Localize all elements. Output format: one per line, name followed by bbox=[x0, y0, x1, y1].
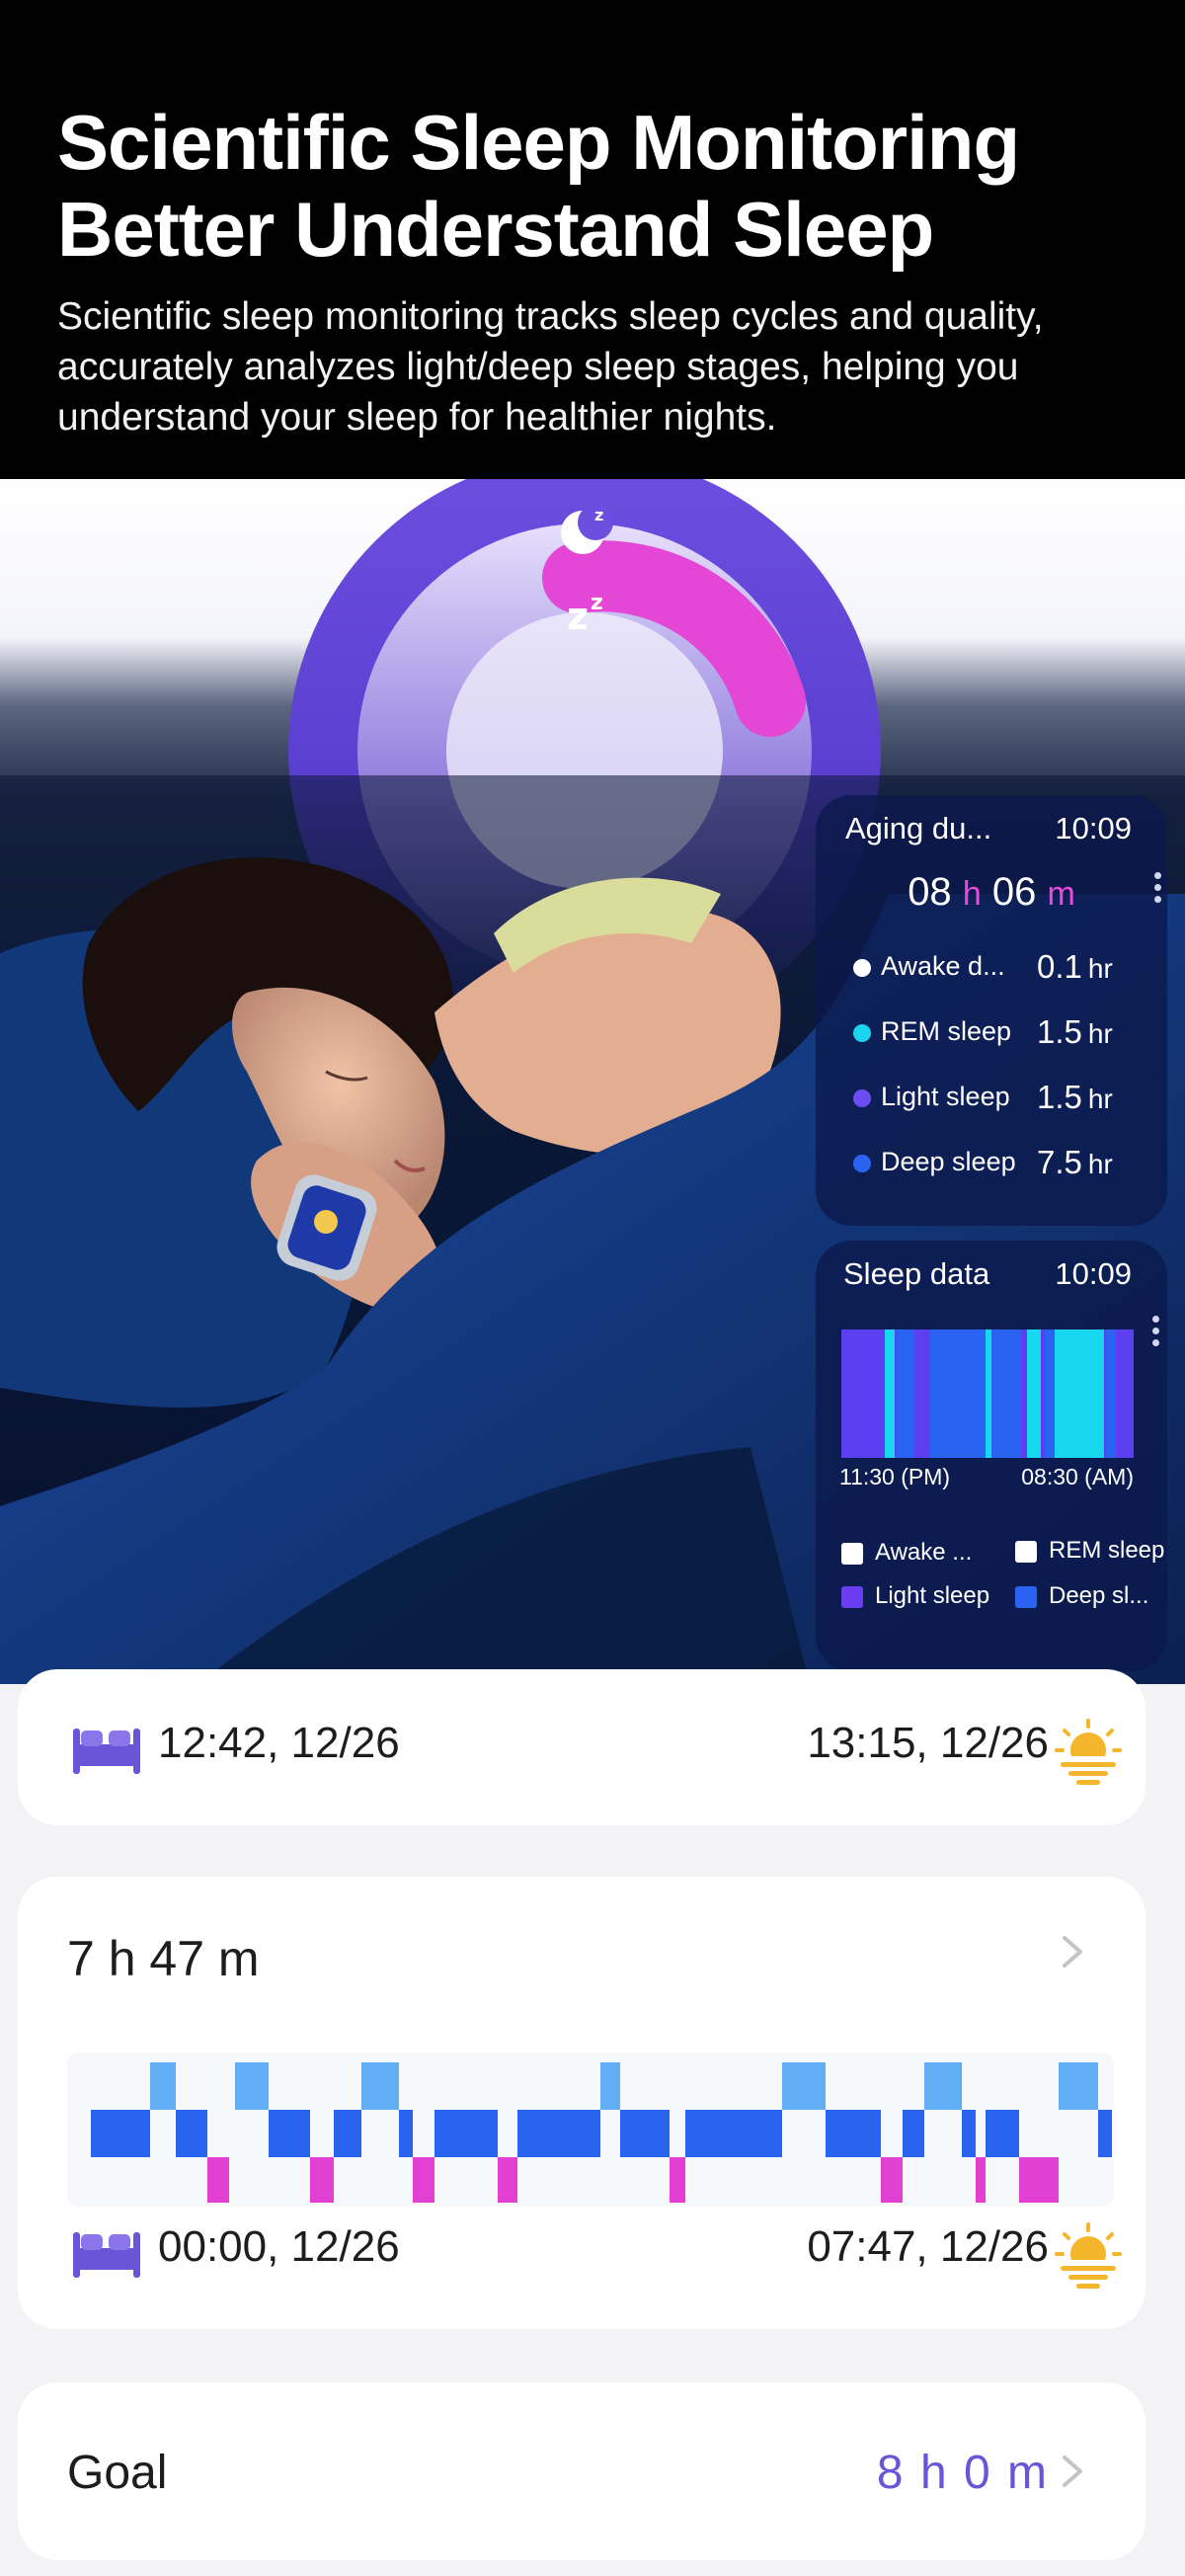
stat-rem-value: 1.5 hr bbox=[1037, 1013, 1113, 1050]
sleep-stage-chart bbox=[67, 2053, 1114, 2207]
zz-icon: z bbox=[567, 595, 589, 638]
legend-rem: REM sleep bbox=[1015, 1537, 1164, 1565]
bed-time: 12:42, 12/26 bbox=[158, 1719, 400, 1767]
subtitle-line: understand your sleep for healthier nigh… bbox=[57, 396, 777, 439]
awake-dot-icon bbox=[853, 958, 871, 977]
widget-time: 10:09 bbox=[1055, 811, 1132, 845]
bed-icon bbox=[73, 2228, 140, 2278]
stat-light: Light sleep bbox=[853, 1082, 1010, 1112]
legend-swatch bbox=[1015, 1540, 1037, 1563]
subtitle-line: accurately analyzes light/deep sleep sta… bbox=[57, 346, 1019, 388]
strip-end-label: 08:30 (AM) bbox=[1021, 1464, 1134, 1489]
chevron-right-icon[interactable] bbox=[1055, 1934, 1090, 1970]
goal-label: Goal bbox=[67, 2447, 168, 2499]
bed-icon bbox=[73, 1725, 140, 1774]
strip-start-label: 11:30 (PM) bbox=[839, 1464, 951, 1489]
deep-dot-icon bbox=[853, 1154, 871, 1172]
sleep-data-widget[interactable]: Sleep data 10:09 11:30 (PM) 08:30 (AM) A… bbox=[816, 1241, 1167, 1671]
stat-deep: Deep sleep bbox=[853, 1147, 1016, 1177]
light-dot-icon bbox=[853, 1088, 871, 1107]
hours-unit: h bbox=[962, 875, 982, 913]
more-dots-icon[interactable] bbox=[1152, 1316, 1160, 1351]
stat-light-value: 1.5 hr bbox=[1037, 1079, 1113, 1115]
legend-light: Light sleep bbox=[841, 1582, 989, 1610]
stat-label: Awake d... bbox=[881, 951, 1005, 981]
bed-time: 00:00, 12/26 bbox=[158, 2222, 400, 2271]
stat-label: Deep sleep bbox=[881, 1147, 1016, 1176]
subtitle-line: Scientific sleep monitoring tracks sleep… bbox=[57, 295, 1044, 338]
stat-awake: Awake d... bbox=[853, 951, 1005, 982]
legend-awake: Awake ... bbox=[841, 1539, 972, 1567]
title-line: Better Understand Sleep bbox=[57, 186, 934, 273]
sleep-goal-card[interactable]: Goal 8 h 0 m bbox=[18, 2382, 1146, 2560]
sunrise-icon bbox=[1051, 1717, 1126, 1786]
sleep-duration: 7 h 47 m bbox=[67, 1931, 260, 1986]
legend-swatch bbox=[841, 1542, 863, 1565]
sleep-duration-widget[interactable]: Aging du... 10:09 08 h 06 m Awake d... 0… bbox=[816, 795, 1167, 1226]
page-title: Scientific Sleep Monitoring Better Under… bbox=[57, 99, 1144, 273]
goal-value: 8 h 0 m bbox=[876, 2447, 1049, 2499]
legend-deep: Deep sl... bbox=[1015, 1582, 1148, 1610]
chevron-right-icon[interactable] bbox=[1055, 2454, 1090, 2489]
minutes-unit: m bbox=[1047, 875, 1075, 913]
header-banner: Scientific Sleep Monitoring Better Under… bbox=[0, 0, 1185, 479]
widget-title: Sleep data bbox=[843, 1256, 990, 1291]
hours-value: 08 bbox=[908, 870, 952, 914]
rem-dot-icon bbox=[853, 1023, 871, 1042]
sleep-record-card[interactable]: 12:42, 12/26 13:15, 12/26 bbox=[18, 1669, 1146, 1825]
stat-label: Light sleep bbox=[881, 1082, 1010, 1111]
widget-time: 10:09 bbox=[1055, 1256, 1132, 1291]
title-line: Scientific Sleep Monitoring bbox=[57, 99, 1020, 186]
widget-title: Aging du... bbox=[845, 811, 992, 845]
wake-time: 07:47, 12/26 bbox=[807, 2222, 1049, 2271]
svg-text:z: z bbox=[591, 591, 603, 615]
legend-swatch bbox=[1015, 1585, 1037, 1608]
total-sleep-value: 08 h 06 m bbox=[816, 870, 1167, 915]
legend-swatch bbox=[841, 1585, 863, 1608]
stat-deep-value: 7.5 hr bbox=[1037, 1144, 1113, 1180]
minutes-value: 06 bbox=[991, 870, 1037, 914]
sleep-stage-strip bbox=[841, 1329, 1134, 1458]
sleep-summary-card[interactable]: 7 h 47 m 00:00, 12/26 07:47, 12/26 bbox=[18, 1877, 1146, 2329]
stat-awake-value: 0.1 hr bbox=[1037, 948, 1113, 985]
page-subtitle: Scientific sleep monitoring tracks sleep… bbox=[57, 291, 1124, 443]
sunrise-icon bbox=[1051, 2220, 1126, 2290]
more-dots-icon[interactable] bbox=[1154, 872, 1162, 908]
wake-time: 13:15, 12/26 bbox=[807, 1719, 1049, 1767]
stat-rem: REM sleep bbox=[853, 1016, 1011, 1047]
svg-text:z: z bbox=[594, 506, 603, 524]
stat-label: REM sleep bbox=[881, 1016, 1012, 1046]
